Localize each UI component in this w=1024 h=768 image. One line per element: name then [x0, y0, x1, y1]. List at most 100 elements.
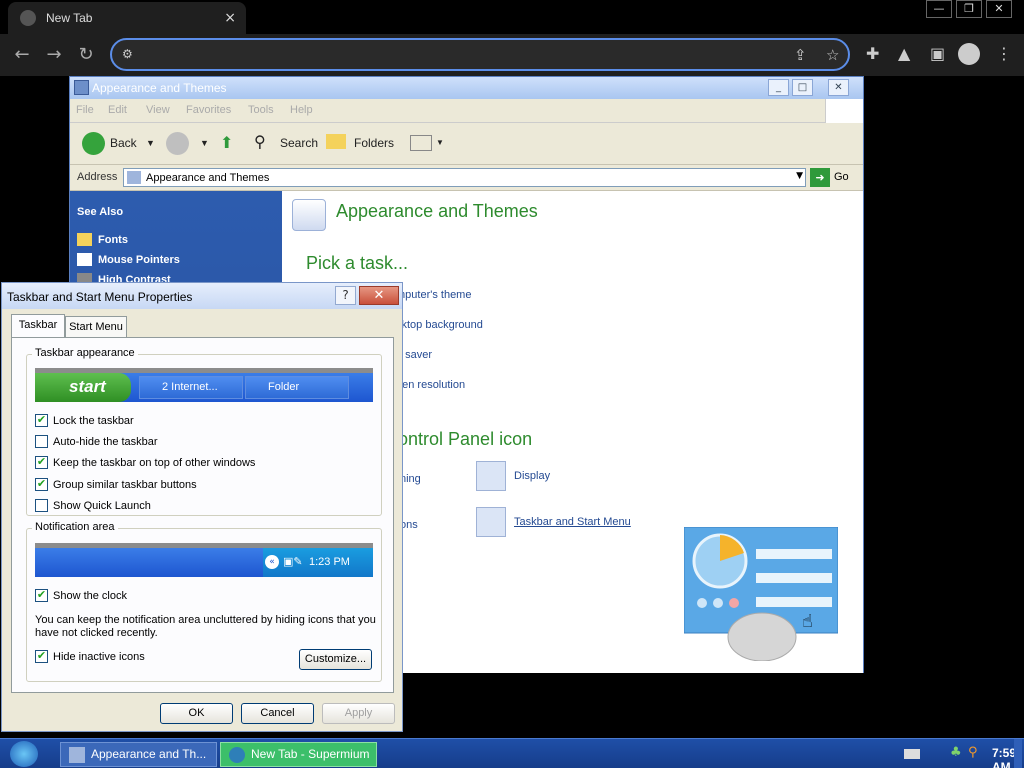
- globe-icon: [20, 10, 36, 26]
- explorer-maximize-button[interactable]: □: [792, 79, 813, 96]
- up-folder-icon[interactable]: ⬆: [220, 133, 233, 153]
- forward-circle-icon[interactable]: [166, 132, 189, 155]
- address-dropdown-icon[interactable]: ▼: [796, 171, 803, 181]
- system-tray: ♣ ⚲ 7:59 AM: [874, 739, 1024, 768]
- notification-tray-preview: « ▣✎ 1:23 PM: [263, 548, 373, 577]
- forward-dropdown-icon[interactable]: ▼: [200, 138, 209, 148]
- taskbar-start-menu-icon: [476, 507, 506, 537]
- go-arrow-icon[interactable]: ➜: [810, 168, 830, 187]
- windows-logo-icon: [825, 99, 863, 123]
- menu-help[interactable]: Help: [290, 104, 313, 116]
- search-icon[interactable]: ⚲: [254, 132, 266, 152]
- help-button[interactable]: ?: [335, 286, 356, 305]
- menu-tools[interactable]: Tools: [248, 104, 274, 116]
- keyboard-icon[interactable]: [904, 749, 920, 759]
- site-info-icon[interactable]: ⚙: [122, 47, 136, 61]
- preview-clock: 1:23 PM: [309, 556, 350, 568]
- see-also-heading: See Also: [77, 206, 124, 218]
- close-tab-icon[interactable]: ×: [224, 10, 236, 26]
- cp-item-taskbar-start-menu[interactable]: Taskbar and Start Menu: [476, 507, 631, 537]
- search-button[interactable]: Search: [280, 136, 318, 150]
- browser-tab[interactable]: New Tab ×: [8, 2, 246, 34]
- palette-icon: [292, 199, 326, 231]
- extensions-icon[interactable]: ✚: [866, 44, 879, 63]
- explorer-standard-toolbar: Back ▼ ▼ ⬆ ⚲ Search Folders ▼: [70, 123, 863, 165]
- taskbar-item-browser[interactable]: New Tab - Supermium: [220, 742, 377, 767]
- explorer-title: Appearance and Themes: [92, 81, 227, 95]
- task-desktop-background[interactable]: sktop background: [396, 319, 483, 331]
- views-dropdown-icon[interactable]: ▼: [436, 138, 444, 147]
- lock-taskbar-checkbox[interactable]: ✔ Lock the taskbar: [35, 414, 134, 427]
- taskbar-on-top-checkbox[interactable]: ✔ Keep the taskbar on top of other window…: [35, 456, 255, 469]
- autohide-taskbar-checkbox[interactable]: Auto-hide the taskbar: [35, 435, 158, 448]
- start-orb-icon[interactable]: [10, 741, 38, 767]
- task-screen-resolution[interactable]: een resolution: [396, 379, 465, 391]
- folders-button[interactable]: Folders: [354, 136, 394, 150]
- see-also-mouse-pointers[interactable]: Mouse Pointers: [77, 253, 180, 266]
- show-desktop-button[interactable]: [1014, 739, 1022, 768]
- back-button[interactable]: Back: [110, 136, 137, 150]
- go-button[interactable]: Go: [834, 171, 849, 183]
- back-arrow-icon[interactable]: ←: [10, 43, 34, 67]
- tab-start-menu[interactable]: Start Menu: [65, 316, 127, 338]
- profile-avatar-icon[interactable]: [958, 43, 980, 65]
- dialog-close-button[interactable]: ✕: [359, 286, 399, 305]
- cancel-button[interactable]: Cancel: [241, 703, 314, 724]
- cp-item-display[interactable]: Display: [476, 461, 550, 491]
- explorer-minimize-button[interactable]: _: [768, 79, 789, 96]
- labs-flask-icon[interactable]: ▲: [898, 44, 910, 63]
- checkbox-icon: [35, 499, 48, 512]
- omnibox-input[interactable]: [142, 45, 742, 65]
- customize-button[interactable]: Customize...: [299, 649, 372, 670]
- menu-file[interactable]: File: [76, 104, 94, 116]
- forward-arrow-icon[interactable]: →: [42, 43, 66, 67]
- show-clock-checkbox[interactable]: ✔ Show the clock: [35, 589, 127, 602]
- task-change-theme[interactable]: mputer's theme: [396, 289, 471, 301]
- see-also-fonts[interactable]: Fonts: [77, 233, 128, 246]
- folders-icon[interactable]: [326, 134, 346, 149]
- explorer-close-button[interactable]: ✕: [828, 79, 849, 96]
- menu-view[interactable]: View: [146, 104, 170, 116]
- views-icon[interactable]: [410, 135, 432, 151]
- tab-title: New Tab: [46, 11, 93, 25]
- notification-area-label: Notification area: [32, 521, 118, 533]
- start-button-preview: start: [35, 373, 131, 402]
- tab-taskbar[interactable]: Taskbar: [11, 314, 65, 338]
- windows-taskbar: Appearance and Th... New Tab - Supermium…: [0, 738, 1024, 768]
- explorer-menubar: File Edit View Favorites Tools Help: [70, 99, 863, 123]
- reload-icon[interactable]: ↻: [74, 43, 98, 67]
- dialog-titlebar[interactable]: Taskbar and Start Menu Properties ? ✕: [2, 283, 402, 309]
- share-icon[interactable]: ⇪: [794, 46, 807, 64]
- menu-favorites[interactable]: Favorites: [186, 104, 231, 116]
- notification-area-group: Notification area « ▣✎ 1:23 PM ✔ Show the…: [26, 521, 382, 682]
- back-dropdown-icon[interactable]: ▼: [146, 138, 155, 148]
- hand-cursor-icon: ☝: [802, 611, 813, 632]
- quick-launch-checkbox[interactable]: Show Quick Launch: [35, 499, 151, 512]
- minimize-button[interactable]: —: [926, 0, 952, 18]
- group-buttons-checkbox[interactable]: ✔ Group similar taskbar buttons: [35, 478, 197, 491]
- restore-button[interactable]: ❐: [956, 0, 982, 18]
- ok-button[interactable]: OK: [160, 703, 233, 724]
- address-label: Address: [77, 171, 118, 183]
- hide-inactive-checkbox[interactable]: ✔ Hide inactive icons: [35, 650, 145, 663]
- taskbar-tab-panel: Taskbar appearance start 2 Internet... F…: [11, 337, 394, 693]
- explorer-titlebar[interactable]: Appearance and Themes _ □ ✕: [70, 77, 863, 99]
- explorer-address-bar: Address Appearance and Themes ▼ ➜ Go: [70, 165, 863, 191]
- search-tray-icon[interactable]: ⚲: [968, 745, 978, 760]
- back-circle-icon[interactable]: [82, 132, 105, 155]
- menu-edit[interactable]: Edit: [108, 104, 127, 116]
- address-field[interactable]: Appearance and Themes ▼: [123, 168, 806, 187]
- cp-item-folder-options[interactable]: ning: [400, 473, 421, 485]
- omnibox[interactable]: ⚙ ⇪ ☆: [110, 38, 850, 71]
- address-folder-icon: [127, 171, 141, 184]
- apply-button[interactable]: Apply: [322, 703, 395, 724]
- bookmark-star-icon[interactable]: ☆: [826, 46, 839, 64]
- menu-kebab-icon[interactable]: ⋮: [996, 44, 1012, 63]
- side-panel-icon[interactable]: ▣: [930, 44, 945, 63]
- checkbox-icon: ✔: [35, 589, 48, 602]
- close-window-button[interactable]: ✕: [986, 0, 1012, 18]
- network-icon[interactable]: ♣: [950, 745, 962, 760]
- taskbar-appearance-group: Taskbar appearance start 2 Internet... F…: [26, 347, 382, 516]
- taskbar-item-explorer[interactable]: Appearance and Th...: [60, 742, 217, 767]
- category-title: Appearance and Themes: [336, 201, 538, 221]
